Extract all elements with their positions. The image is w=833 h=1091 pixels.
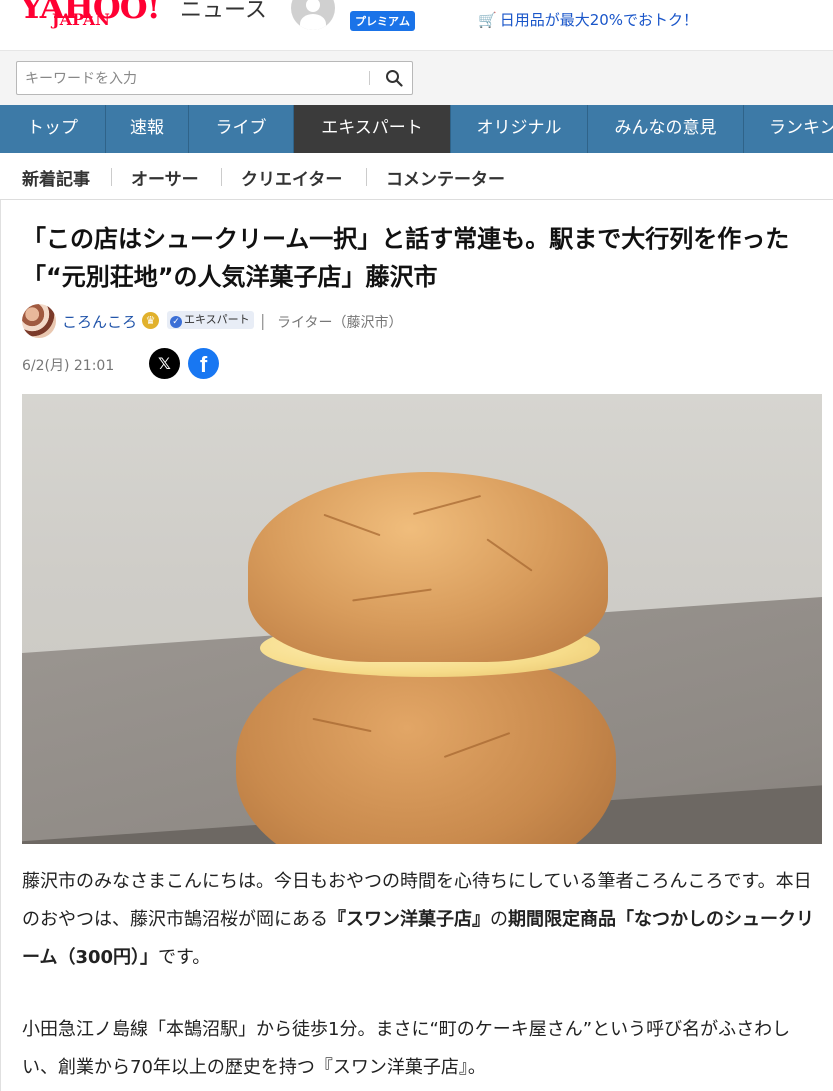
nav-tab-opinions[interactable]: みんなの意見 — [588, 105, 744, 153]
check-icon: ✓ — [170, 316, 182, 328]
paragraph-text: です。 — [158, 947, 211, 968]
cream-puff-top — [248, 472, 608, 662]
user-avatar-icon[interactable] — [291, 0, 335, 30]
subnav-divider — [366, 168, 367, 186]
author-avatar[interactable] — [22, 304, 56, 338]
writer-role: ライター（藤沢市） — [277, 315, 403, 331]
search-button[interactable] — [377, 64, 409, 92]
service-name[interactable]: ニュース — [180, 0, 267, 24]
subnav-new-articles[interactable]: 新着記事 — [22, 165, 90, 190]
x-share-icon[interactable]: 𝕏 — [149, 348, 180, 379]
subnav-divider — [111, 168, 112, 186]
facebook-share-icon[interactable]: f — [188, 348, 219, 379]
search-icon — [386, 70, 403, 87]
premium-badge[interactable]: プレミアム — [350, 11, 415, 31]
promo-link[interactable]: 🛒 日用品が最大20%でおトク！ — [478, 9, 698, 30]
yahoo-logo-japan: JAPAN — [52, 10, 110, 29]
cart-icon: 🛒 — [478, 11, 497, 29]
paragraph-text: の — [490, 909, 508, 930]
subnav-divider — [221, 168, 222, 186]
subnav-authors[interactable]: オーサー — [131, 165, 199, 190]
subnav-commentators[interactable]: コメンテーター — [386, 165, 505, 190]
promo-link-top[interactable]: ー — [478, 0, 627, 8]
nav-tab-ranking[interactable]: ランキング — [744, 105, 833, 153]
article-paragraph: 小田急江ノ島線「本鵠沼駅」から徒歩1分。まさに“町のケーキ屋さん”という呼び名が… — [22, 1019, 791, 1078]
site-header: YAHOO! JAPAN ニュース プレミアム ー 🛒日用品が最大20%でおトク… — [0, 0, 833, 51]
nav-tab-breaking[interactable]: 速報 — [106, 105, 189, 153]
shop-name-bold: 『スワン洋菓子店』 — [328, 909, 490, 930]
nav-tab-original[interactable]: オリジナル — [451, 105, 588, 153]
publish-date: 6/2(月) 21:01 — [22, 358, 115, 374]
article-hero-image — [22, 394, 822, 844]
nav-tab-live[interactable]: ライブ — [189, 105, 294, 153]
author-row: ころんころ ♛ ✓ エキスパート | ライター（藤沢市） — [22, 304, 522, 338]
search-input[interactable] — [23, 68, 357, 90]
search-bar — [0, 51, 833, 105]
sub-nav: 新着記事 オーサー クリエイター コメンテーター — [0, 153, 833, 200]
main-nav: トップ 速報 ライブ エキスパート オリジナル みんなの意見 ランキング — [0, 105, 833, 153]
meta-divider: | — [260, 311, 266, 330]
crown-icon: ♛ — [142, 312, 159, 329]
subnav-creators[interactable]: クリエイター — [241, 165, 342, 190]
search-box — [16, 61, 413, 95]
article-paragraph: 藤沢市のみなさまこんにちは。今日もおやつの時間を心待ちにしている筆者ころんころで… — [22, 863, 822, 977]
author-name[interactable]: ころんころ — [62, 311, 137, 332]
nav-tab-expert[interactable]: エキスパート — [294, 105, 451, 153]
expert-badge: ✓ エキスパート — [167, 311, 254, 329]
expert-badge-label: エキスパート — [184, 313, 250, 326]
article-title: 「この店はシュークリーム一択」と話す常連も。駅まで大行列を作った「“元別荘地”の… — [22, 225, 790, 291]
promo-text: 日用品が最大20%でおトク！ — [499, 11, 699, 29]
nav-tab-top[interactable]: トップ — [0, 105, 106, 153]
search-divider — [369, 71, 370, 85]
